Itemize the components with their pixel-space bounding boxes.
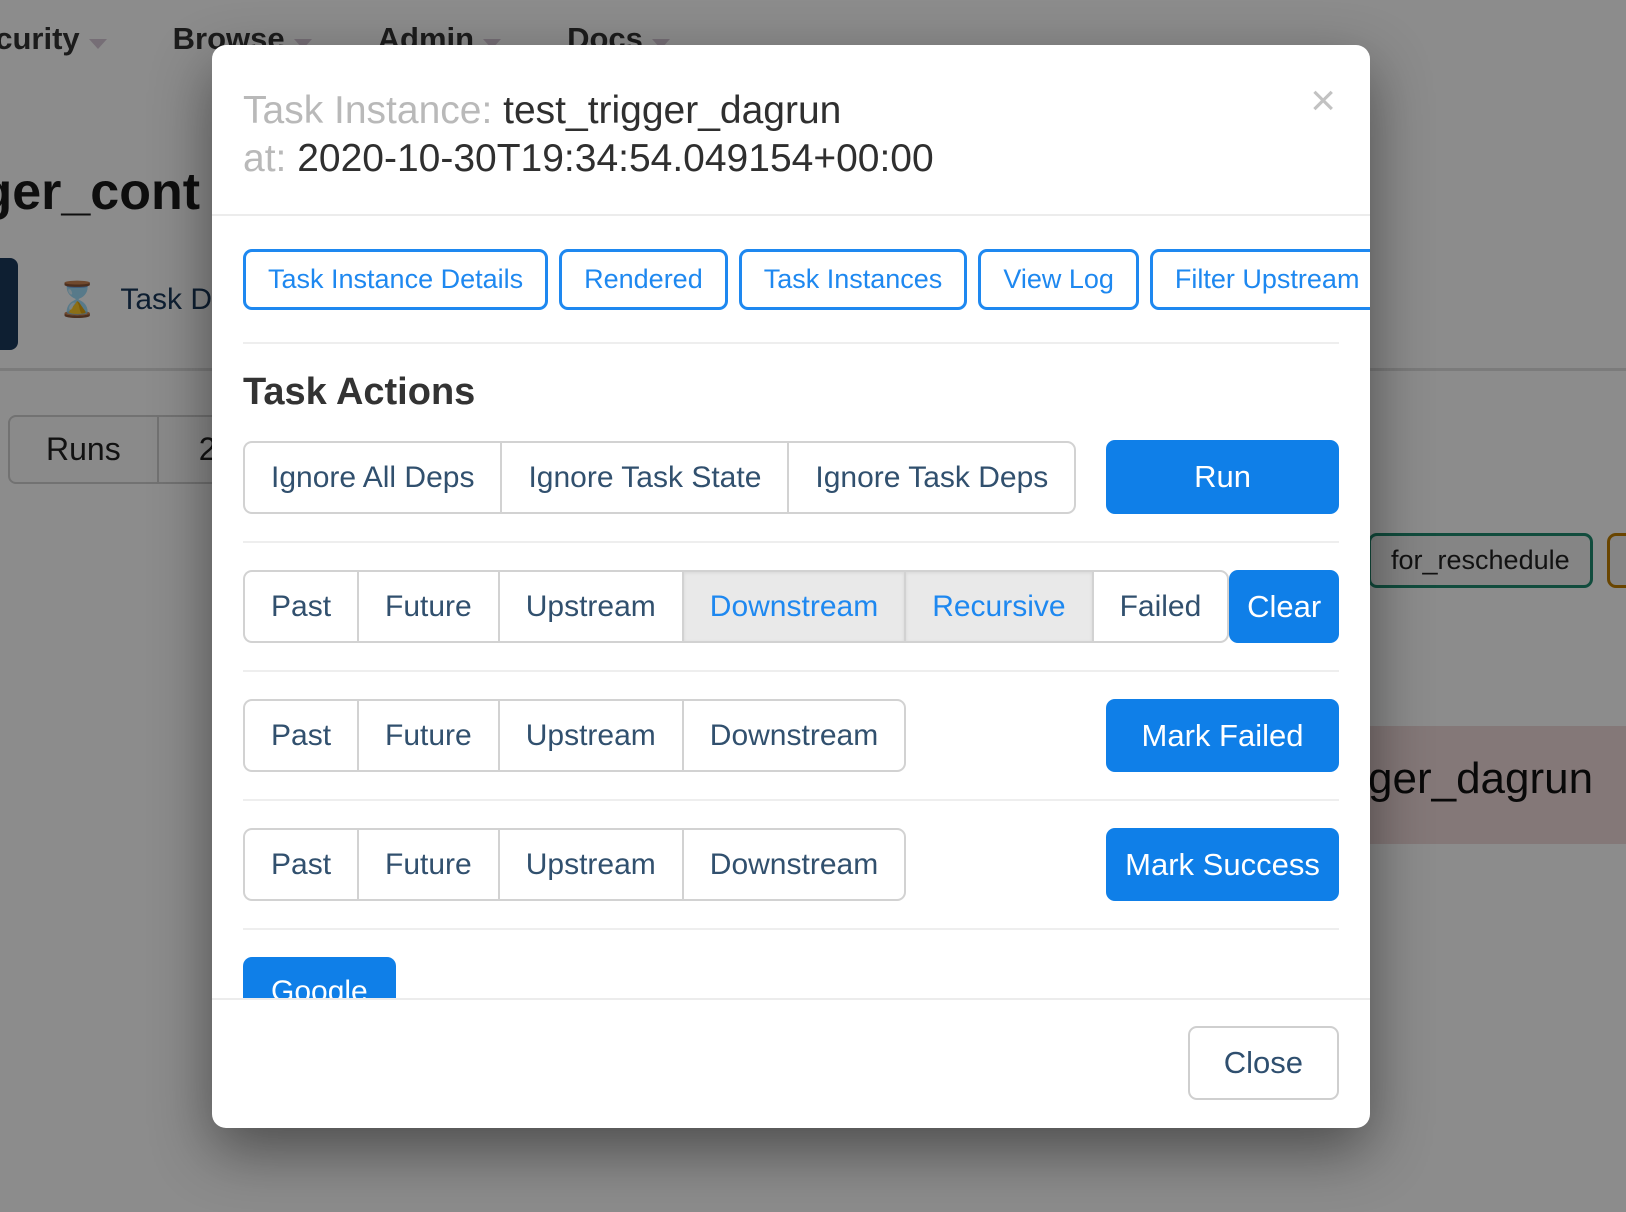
option-success-upstream[interactable]: Upstream bbox=[498, 828, 682, 901]
action-row-run: Ignore All Deps Ignore Task State Ignore… bbox=[243, 440, 1339, 513]
section-divider bbox=[243, 541, 1339, 543]
task-instance-links: Task Instance Details Rendered Task Inst… bbox=[243, 249, 1339, 311]
mark-success-options-group: Past Future Upstream Downstream bbox=[243, 828, 906, 901]
modal-title: Task Instance: test_trigger_dagrun at: 2… bbox=[243, 87, 1253, 184]
option-clear-downstream[interactable]: Downstream bbox=[682, 570, 904, 643]
option-clear-failed[interactable]: Failed bbox=[1092, 570, 1230, 643]
run-options-group: Ignore All Deps Ignore Task State Ignore… bbox=[243, 441, 1076, 514]
clear-button[interactable]: Clear bbox=[1229, 570, 1339, 643]
option-ignore-task-state[interactable]: Ignore Task State bbox=[500, 441, 787, 514]
option-success-downstream[interactable]: Downstream bbox=[682, 828, 906, 901]
option-clear-upstream[interactable]: Upstream bbox=[498, 570, 682, 643]
task-instance-modal: Task Instance: test_trigger_dagrun at: 2… bbox=[212, 45, 1370, 1128]
run-button[interactable]: Run bbox=[1106, 440, 1339, 513]
modal-title-task-id: test_trigger_dagrun bbox=[503, 89, 841, 132]
option-clear-past[interactable]: Past bbox=[243, 570, 357, 643]
modal-footer: Close bbox=[212, 998, 1370, 1128]
view-log-button[interactable]: View Log bbox=[978, 249, 1139, 311]
task-instance-details-button[interactable]: Task Instance Details bbox=[243, 249, 548, 311]
modal-title-prefix: Task Instance: bbox=[243, 89, 492, 132]
mark-failed-options-group: Past Future Upstream Downstream bbox=[243, 699, 906, 772]
modal-title-at-prefix: at: bbox=[243, 137, 286, 180]
clear-options-group: Past Future Upstream Downstream Recursiv… bbox=[243, 570, 1229, 643]
option-clear-recursive[interactable]: Recursive bbox=[904, 570, 1091, 643]
action-row-clear: Past Future Upstream Downstream Recursiv… bbox=[243, 570, 1339, 643]
task-instances-button[interactable]: Task Instances bbox=[739, 249, 968, 311]
page-root: ecurity Browse Admin Docs rigger_cont ⌛ … bbox=[0, 0, 1626, 1212]
google-button[interactable]: Google bbox=[243, 957, 396, 998]
option-ignore-task-deps[interactable]: Ignore Task Deps bbox=[787, 441, 1076, 514]
option-failed-upstream[interactable]: Upstream bbox=[498, 699, 682, 772]
task-actions-heading: Task Actions bbox=[243, 371, 1339, 414]
section-divider bbox=[243, 342, 1339, 344]
option-success-future[interactable]: Future bbox=[357, 828, 498, 901]
modal-header: Task Instance: test_trigger_dagrun at: 2… bbox=[212, 45, 1370, 216]
extra-links: Google bbox=[243, 957, 1339, 998]
option-ignore-all-deps[interactable]: Ignore All Deps bbox=[243, 441, 500, 514]
section-divider bbox=[243, 928, 1339, 930]
close-button[interactable]: Close bbox=[1188, 1026, 1339, 1100]
section-divider bbox=[243, 799, 1339, 801]
mark-success-button[interactable]: Mark Success bbox=[1106, 828, 1339, 901]
rendered-button[interactable]: Rendered bbox=[559, 249, 728, 311]
option-failed-future[interactable]: Future bbox=[357, 699, 498, 772]
section-divider bbox=[243, 670, 1339, 672]
option-success-past[interactable]: Past bbox=[243, 828, 357, 901]
filter-upstream-button[interactable]: Filter Upstream bbox=[1150, 249, 1370, 311]
modal-body: Task Instance Details Rendered Task Inst… bbox=[212, 216, 1370, 998]
action-row-mark-success: Past Future Upstream Downstream Mark Suc… bbox=[243, 828, 1339, 901]
modal-title-execution-date: 2020-10-30T19:34:54.049154+00:00 bbox=[297, 137, 933, 180]
action-row-mark-failed: Past Future Upstream Downstream Mark Fai… bbox=[243, 699, 1339, 772]
close-icon[interactable]: × bbox=[1302, 75, 1344, 127]
option-failed-downstream[interactable]: Downstream bbox=[682, 699, 906, 772]
option-failed-past[interactable]: Past bbox=[243, 699, 357, 772]
option-clear-future[interactable]: Future bbox=[357, 570, 498, 643]
mark-failed-button[interactable]: Mark Failed bbox=[1106, 699, 1339, 772]
